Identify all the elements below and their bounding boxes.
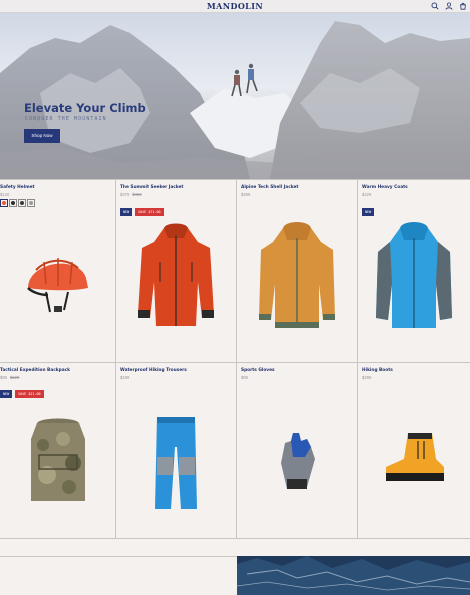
- search-icon[interactable]: [431, 2, 439, 10]
- account-icon[interactable]: [445, 2, 453, 10]
- backpack-image[interactable]: [0, 415, 115, 505]
- site-header: MANDOLIN: [0, 0, 470, 13]
- new-badge: NEW: [362, 208, 375, 216]
- product-card[interactable]: The Summit Seeker Jacket $379 $450 NEW SA…: [116, 180, 237, 363]
- product-card[interactable]: Alpine Tech Shell Jacket $499: [237, 180, 358, 363]
- new-badge: NEW: [120, 208, 133, 216]
- product-title[interactable]: Safety Helmet: [0, 185, 35, 190]
- hero-title: Elevate Your Climb: [24, 101, 146, 115]
- current-price: $299: [362, 375, 372, 380]
- footer-banner-image: [237, 556, 470, 595]
- color-swatches: [0, 199, 35, 207]
- product-card[interactable]: Safety Helmet $120: [0, 180, 116, 363]
- cart-icon[interactable]: [459, 2, 467, 10]
- product-price: $99 $120: [0, 375, 19, 380]
- hero-mountain-image: [0, 13, 470, 179]
- heavy-coat-image[interactable]: [358, 222, 470, 332]
- product-card[interactable]: Sports Gloves $89: [237, 363, 358, 539]
- new-badge: NEW: [0, 390, 13, 398]
- product-title[interactable]: Tactical Expedition Backpack: [0, 368, 70, 373]
- product-card[interactable]: Waterproof Hiking Trousers $199: [116, 363, 237, 539]
- compare-price: $120: [10, 375, 20, 380]
- sale-badge: SAVE $71.00: [135, 208, 164, 216]
- product-title[interactable]: The Summit Seeker Jacket: [120, 185, 183, 190]
- hero-banner: Elevate Your Climb CONQUER THE MOUNTAIN …: [0, 13, 470, 179]
- alpine-jacket-image[interactable]: [237, 222, 357, 332]
- product-title[interactable]: Sports Gloves: [241, 368, 275, 373]
- product-title[interactable]: Waterproof Hiking Trousers: [120, 368, 187, 373]
- current-price: $120: [0, 192, 10, 197]
- product-title[interactable]: Hiking Boots: [362, 368, 393, 373]
- current-price: $499: [241, 192, 251, 197]
- swatch-3[interactable]: [18, 199, 26, 207]
- store-logo[interactable]: MANDOLIN: [0, 1, 470, 11]
- product-price: $379 $450: [120, 192, 142, 197]
- product-price: $120: [0, 192, 9, 197]
- product-price: $89: [241, 375, 248, 380]
- product-price: $199: [120, 375, 129, 380]
- product-card[interactable]: Warm Heavy Coats $429 NEW: [358, 180, 470, 363]
- current-price: $199: [120, 375, 130, 380]
- compare-price: $450: [132, 192, 142, 197]
- product-title[interactable]: Alpine Tech Shell Jacket: [241, 185, 298, 190]
- product-card[interactable]: Hiking Boots $299: [358, 363, 470, 539]
- shop-now-button[interactable]: Shop Now: [24, 129, 60, 143]
- swatch-4[interactable]: [27, 199, 35, 207]
- current-price: $99: [0, 375, 7, 380]
- product-card[interactable]: Tactical Expedition Backpack $99 $120 NEW…: [0, 363, 116, 539]
- swatch-1[interactable]: [0, 199, 8, 207]
- product-grid: Safety Helmet $120 The Summit Seeker Jac…: [0, 179, 470, 539]
- summit-jacket-image[interactable]: [116, 222, 236, 332]
- product-title[interactable]: Warm Heavy Coats: [362, 185, 408, 190]
- hero-subtitle: CONQUER THE MOUNTAIN: [25, 117, 107, 122]
- current-price: $429: [362, 192, 372, 197]
- product-price: $499: [241, 192, 250, 197]
- gloves-image[interactable]: [237, 429, 357, 493]
- sale-badge: SAVE $21.00: [15, 390, 44, 398]
- helmet-image[interactable]: [0, 240, 115, 320]
- current-price: $379: [120, 192, 130, 197]
- swatch-2[interactable]: [9, 199, 17, 207]
- footer-section-left: [0, 556, 237, 595]
- current-price: $89: [241, 375, 248, 380]
- product-price: $299: [362, 375, 371, 380]
- trousers-image[interactable]: [116, 413, 236, 513]
- product-price: $429: [362, 192, 371, 197]
- boots-image[interactable]: [358, 429, 470, 485]
